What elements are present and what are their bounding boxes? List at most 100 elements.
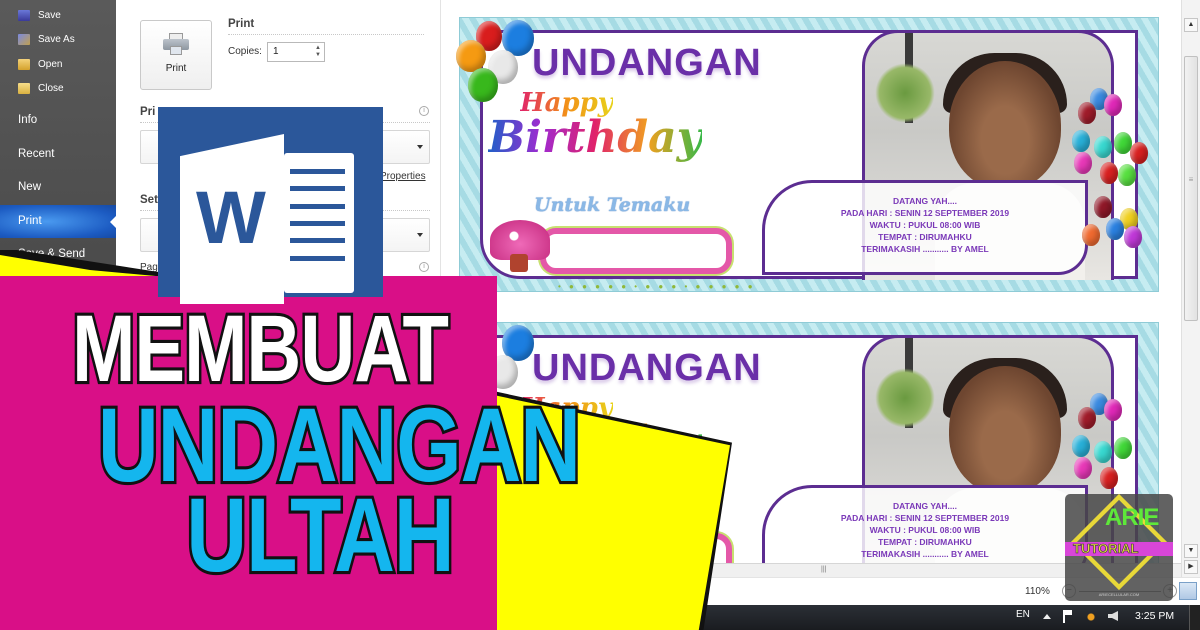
balloon-icon (1106, 218, 1124, 240)
info-line: TEMPAT : DIRUMAHKU (878, 232, 972, 242)
balloon-icon (1130, 142, 1148, 164)
scroll-down-button[interactable]: ▼ (1184, 544, 1198, 558)
arie-tutorial-watermark: ARIE TUTORIAL ARIECELLULAR.COM (1065, 494, 1173, 601)
balloon-icon (468, 68, 498, 102)
sidebar-item-print[interactable]: Print (0, 204, 116, 238)
balloon-icon (1078, 102, 1096, 124)
sidebar-item-save[interactable]: Save (0, 3, 116, 28)
word-logo-line (290, 169, 345, 174)
sidebar-item-save-as[interactable]: Save As (0, 28, 116, 53)
headline-ultah: ULTAH (184, 475, 457, 594)
dot-border: • ● ● ● ● ● • ● ● ● • ● ● ● ● ● (558, 282, 756, 291)
info-line: DATANG YAH.... (893, 501, 957, 511)
print-button-label: Print (165, 63, 187, 74)
sidebar-item-info[interactable]: Info (0, 104, 116, 138)
card-title: UNDANGAN (532, 347, 762, 389)
sidebar-item-open[interactable]: Open (0, 52, 116, 77)
vertical-scrollbar[interactable]: ▲ ≡ ▼ ▶ (1181, 0, 1200, 580)
info-icon[interactable]: i (419, 106, 429, 116)
word-logo-line (290, 186, 345, 191)
balloon-icon (1124, 226, 1142, 248)
sidebar-item-label: Save As (38, 34, 75, 46)
birthday-text: Birthday (488, 112, 703, 163)
zoom-level[interactable]: 110% (1025, 586, 1050, 597)
save-icon (18, 9, 30, 21)
chevron-down-icon (417, 145, 423, 152)
divider (228, 34, 424, 35)
balloon-icon (1104, 94, 1122, 116)
printer-properties-link[interactable]: Properties (380, 171, 426, 182)
scroll-thumb[interactable]: ≡ (1184, 56, 1198, 321)
card-subtitle: Untuk Temaku (534, 194, 691, 216)
balloon-icon (1082, 224, 1100, 246)
language-indicator[interactable]: EN (1016, 609, 1030, 620)
card-title: UNDANGAN (532, 42, 762, 84)
copies-value: 1 (273, 46, 279, 57)
print-section-title: Print (228, 18, 255, 30)
copies-spinner[interactable]: ▲ ▼ (315, 45, 321, 59)
watermark-title: ARIE (1105, 504, 1159, 531)
next-page-button[interactable]: ▶ (1184, 560, 1198, 574)
balloon-icon (1094, 136, 1112, 158)
scroll-up-button[interactable]: ▲ (1184, 18, 1198, 32)
word-logo: W (158, 107, 383, 304)
balloon-icon (1074, 457, 1092, 479)
balloon-icon (1072, 435, 1090, 457)
info-line: TERIMAKASIH ........... BY AMEL (861, 549, 989, 559)
close-folder-icon (18, 83, 30, 95)
balloon-icon (1094, 441, 1112, 463)
zoom-to-page-button[interactable] (1179, 582, 1197, 600)
event-info: DATANG YAH.... PADA HARI : SENIN 12 SEPT… (762, 180, 1088, 275)
mushroom-stem (510, 254, 528, 272)
info-line: DATANG YAH.... (893, 196, 957, 206)
sidebar-item-label: Save (38, 9, 61, 21)
scroll-grip[interactable]: ||| (821, 566, 826, 573)
balloon-icon (1094, 196, 1112, 218)
balloon-icon (1104, 399, 1122, 421)
info-line: TERIMAKASIH ........... BY AMEL (861, 244, 989, 254)
word-logo-line (290, 221, 345, 226)
info-icon[interactable]: i (419, 262, 429, 272)
network-icon[interactable] (1084, 611, 1098, 623)
show-desktop-button[interactable] (1189, 605, 1200, 630)
info-line: TEMPAT : DIRUMAHKU (878, 537, 972, 547)
printer-icon (163, 33, 189, 55)
printer-section-title: Pri (140, 106, 156, 118)
settings-section-title: Set (140, 194, 158, 206)
balloon-icon (1114, 437, 1132, 459)
show-hidden-icons-icon[interactable] (1043, 614, 1051, 619)
sidebar-item-label: Open (38, 58, 63, 70)
scroll-grip: ≡ (1188, 175, 1194, 184)
clock[interactable]: 3:25 PM (1135, 610, 1174, 622)
word-logo-line (290, 204, 345, 209)
word-logo-line (290, 238, 345, 243)
copies-input[interactable]: 1 ▲ ▼ (267, 42, 325, 62)
info-line: WAKTU : PUKUL 08:00 WIB (869, 220, 981, 230)
balloon-icon (1100, 162, 1118, 184)
backstage-sidebar: Save Save As Open Close Info Recent New … (0, 0, 116, 290)
info-line: PADA HARI : SENIN 12 SEPTEMBER 2019 (840, 208, 1010, 218)
watermark-url: ARIECELLULAR.COM (1098, 592, 1140, 597)
sidebar-item-new[interactable]: New (0, 171, 116, 205)
watermark-subtitle: TUTORIAL (1073, 541, 1139, 557)
headline-membuat: MEMBUAT (70, 295, 452, 402)
balloon-icon (1074, 152, 1092, 174)
invitation-card: UNDANGAN Happy Birthday Untuk Temaku • ●… (456, 17, 1159, 292)
sidebar-item-recent[interactable]: Recent (0, 138, 116, 172)
balloon-icon (1100, 467, 1118, 489)
word-logo-letter: W (196, 176, 266, 259)
save-as-icon (18, 34, 30, 46)
chevron-down-icon (417, 233, 423, 240)
print-button[interactable]: Print (140, 20, 212, 90)
volume-icon[interactable] (1108, 611, 1118, 621)
word-logo-line (290, 256, 345, 261)
balloon-icon (1072, 130, 1090, 152)
open-folder-icon (18, 58, 30, 70)
balloon-icon (1078, 407, 1096, 429)
action-center-flag-icon[interactable] (1063, 610, 1073, 623)
name-box (540, 228, 732, 274)
info-line: PADA HARI : SENIN 12 SEPTEMBER 2019 (840, 513, 1010, 523)
sidebar-item-close[interactable]: Close (0, 77, 116, 102)
sidebar-item-label: Close (38, 83, 64, 95)
copies-label: Copies: (228, 46, 262, 57)
